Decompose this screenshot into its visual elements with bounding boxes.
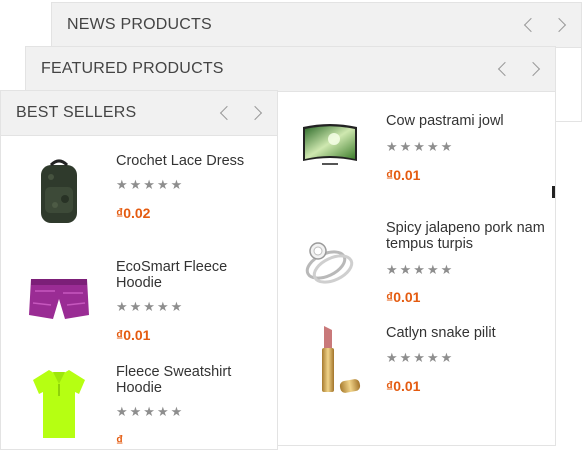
product-price: ₫0.01 <box>116 327 150 343</box>
featured-products-header: FEATURED PRODUCTS <box>26 47 555 92</box>
chevron-right-icon[interactable] <box>251 103 263 123</box>
chevron-left-icon[interactable] <box>497 59 509 79</box>
product-item[interactable]: EcoSmart Fleece Hoodie ★★★★★ ₫0.01 <box>1 249 279 349</box>
product-item[interactable]: Fleece Sweatshirt Hoodie ★★★★★ ₫ <box>1 354 279 454</box>
best-sellers-nav <box>203 103 263 123</box>
rating-stars: ★★★★★ <box>386 350 455 365</box>
backpack-image[interactable] <box>37 159 81 227</box>
chevron-right-icon[interactable] <box>529 59 541 79</box>
product-item[interactable]: Catlyn snake pilit ★★★★★ ₫0.01 <box>278 312 538 422</box>
featured-products-nav <box>481 59 541 79</box>
best-sellers-panel: BEST SELLERS Crochet Lace Dress ★★★★★ ₫0… <box>0 90 278 450</box>
chevron-right-icon[interactable] <box>555 15 567 35</box>
chevron-left-icon[interactable] <box>523 15 535 35</box>
product-price: ₫0.01 <box>386 289 420 305</box>
news-products-nav <box>507 15 567 35</box>
product-price: ₫0.01 <box>386 167 420 183</box>
featured-products-title: FEATURED PRODUCTS <box>41 60 224 77</box>
shorts-image[interactable] <box>27 273 91 325</box>
rating-stars: ★★★★★ <box>116 177 185 192</box>
rating-stars: ★★★★★ <box>116 299 185 314</box>
curved-tv-image[interactable] <box>300 119 360 174</box>
product-name[interactable]: Cow pastrami jowl <box>386 113 546 129</box>
rating-stars: ★★★★★ <box>386 139 455 154</box>
news-products-title: NEWS PRODUCTS <box>67 16 212 33</box>
product-name[interactable]: Catlyn snake pilit <box>386 325 546 341</box>
product-price: ₫0.02 <box>116 205 150 221</box>
divider-mark <box>552 186 555 198</box>
product-name[interactable]: Crochet Lace Dress <box>116 153 266 169</box>
product-item[interactable]: Crochet Lace Dress ★★★★★ ₫0.02 <box>1 143 279 243</box>
price-value: 0.01 <box>393 167 421 183</box>
product-name[interactable]: EcoSmart Fleece Hoodie <box>116 259 266 291</box>
lipstick-image[interactable] <box>314 324 364 399</box>
price-value: 0.02 <box>123 205 151 221</box>
product-price: ₫0.01 <box>386 378 420 394</box>
product-name[interactable]: Spicy jalapeno pork nam tempus turpis <box>386 220 546 252</box>
price-value: 0.01 <box>123 327 151 343</box>
price-value: 0.01 <box>393 378 421 394</box>
diamond-ring-image[interactable] <box>300 227 358 287</box>
product-item[interactable]: Cow pastrami jowl ★★★★★ ₫0.01 <box>278 99 538 199</box>
rating-stars: ★★★★★ <box>116 404 185 419</box>
rating-stars: ★★★★★ <box>386 262 455 277</box>
product-name[interactable]: Fleece Sweatshirt Hoodie <box>116 364 266 396</box>
best-sellers-header: BEST SELLERS <box>1 91 277 136</box>
polo-shirt-image[interactable] <box>31 368 87 438</box>
product-price: ₫ <box>116 432 123 448</box>
price-value: 0.01 <box>393 289 421 305</box>
product-item[interactable]: Spicy jalapeno pork nam tempus turpis ★★… <box>278 207 545 317</box>
currency-symbol: ₫ <box>116 432 124 448</box>
best-sellers-title: BEST SELLERS <box>16 104 137 121</box>
chevron-left-icon[interactable] <box>219 103 231 123</box>
news-products-header: NEWS PRODUCTS <box>52 3 581 48</box>
